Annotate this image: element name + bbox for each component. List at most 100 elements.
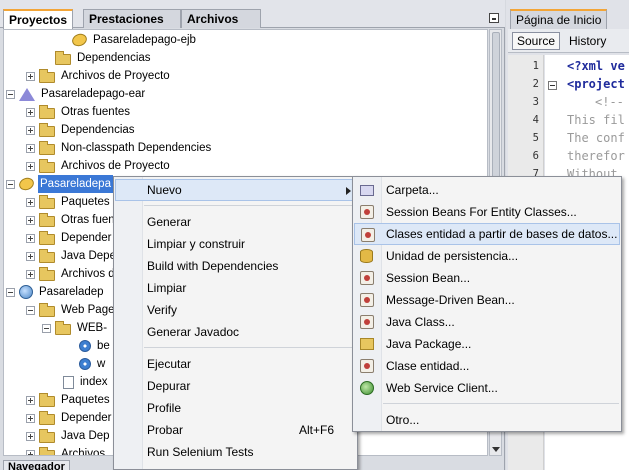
menu-item-depurar[interactable]: Depurar xyxy=(115,375,356,397)
menu-item-run-selenium-tests[interactable]: Run Selenium Tests xyxy=(115,441,356,463)
expand-icon[interactable] xyxy=(26,143,35,153)
submenu-item-session-bean[interactable]: Session Bean... xyxy=(354,267,620,289)
submenu-item-java-class[interactable]: Java Class... xyxy=(354,311,620,333)
submenu-item-clases-entidad-a-partir-de-bases-de-datos[interactable]: Clases entidad a partir de bases de dato… xyxy=(354,223,620,245)
tree-item[interactable]: Otras fuent xyxy=(26,211,120,229)
code-line[interactable]: <project xyxy=(567,77,625,91)
menu-item-label: Probar xyxy=(147,423,184,437)
submenu-item-clase-entidad[interactable]: Clase entidad... xyxy=(354,355,620,377)
tree-item[interactable]: Dependencias xyxy=(42,49,153,67)
collapse-icon[interactable] xyxy=(6,89,15,99)
tree-item[interactable]: w xyxy=(66,355,107,373)
tab-proyectos[interactable]: Proyectos xyxy=(3,9,74,29)
tree-item[interactable]: Depender xyxy=(26,409,114,427)
expand-icon[interactable] xyxy=(26,71,35,81)
expand-icon[interactable] xyxy=(26,197,35,207)
collapse-icon[interactable] xyxy=(42,323,51,333)
code-line[interactable]: This fil xyxy=(567,113,625,127)
menu-item-probar[interactable]: Probar Alt+F6 xyxy=(115,419,356,441)
expand-icon[interactable] xyxy=(26,233,35,243)
expand-icon[interactable] xyxy=(26,125,35,135)
bean-icon xyxy=(360,293,374,307)
tree-item[interactable]: Pasareladep xyxy=(6,283,106,301)
tree-item[interactable]: Java Depe xyxy=(26,247,118,265)
source-button[interactable]: Source xyxy=(512,32,561,50)
tab-archivos[interactable]: Archivos xyxy=(181,9,261,28)
expand-icon[interactable] xyxy=(26,269,35,279)
tree-item-label: index xyxy=(80,376,108,388)
html-file-icon xyxy=(63,375,74,389)
menu-item-limpiar-y-construir[interactable]: Limpiar y construir xyxy=(115,233,356,255)
tree-item[interactable]: Pasareladepago-ejb xyxy=(59,31,198,49)
submenu-arrow-icon xyxy=(346,187,351,195)
expand-icon[interactable] xyxy=(26,431,35,441)
submenu-item-otro[interactable]: Otro... xyxy=(354,409,620,431)
menu-item-nuevo[interactable]: Nuevo xyxy=(115,179,356,201)
menu-item-ejecutar[interactable]: Ejecutar xyxy=(115,353,356,375)
tree-item-label: w xyxy=(97,358,106,370)
menu-item-verify[interactable]: Verify xyxy=(115,299,356,321)
expand-icon[interactable] xyxy=(26,395,35,405)
fold-collapse-icon[interactable] xyxy=(548,81,557,90)
tree-item[interactable]: Archivos xyxy=(26,445,107,455)
tree-item[interactable]: Paquetes xyxy=(26,193,112,211)
expand-icon[interactable] xyxy=(26,251,35,261)
minimize-icon[interactable] xyxy=(489,13,499,23)
tree-item-label: Depender xyxy=(61,412,112,424)
collapse-icon[interactable] xyxy=(6,179,15,189)
tab-pagina-de-inicio[interactable]: Página de Inicio xyxy=(510,9,608,29)
expand-icon[interactable] xyxy=(26,161,35,171)
menu-item-build-with-dependencies[interactable]: Build with Dependencies xyxy=(115,255,356,277)
tree-item-label: Dependencias xyxy=(77,52,151,64)
tree-item[interactable]: be xyxy=(66,337,112,355)
tree-item-label: be xyxy=(97,340,110,352)
tree-item[interactable]: Web Page xyxy=(26,301,117,319)
expand-icon[interactable] xyxy=(26,449,35,455)
expand-icon[interactable] xyxy=(26,107,35,117)
folder-icon xyxy=(39,446,55,455)
history-button[interactable]: History xyxy=(564,32,611,50)
expand-icon[interactable] xyxy=(26,413,35,423)
submenu-item-unidad-de-persistencia[interactable]: Unidad de persistencia... xyxy=(354,245,620,267)
code-line[interactable]: The conf xyxy=(567,131,625,145)
submenu-item-carpeta[interactable]: Carpeta... xyxy=(354,179,620,201)
expand-icon[interactable] xyxy=(26,215,35,225)
submenu-item-java-package[interactable]: Java Package... xyxy=(354,333,620,355)
tree-item[interactable]: Depender xyxy=(26,229,114,247)
code-line[interactable]: <!-- xyxy=(595,95,624,109)
tree-item-label: Pasareladep xyxy=(39,286,104,298)
line-number: 1 xyxy=(532,60,539,72)
menu-item-generar[interactable]: Generar xyxy=(115,211,356,233)
tab-prestaciones[interactable]: Prestaciones xyxy=(83,9,181,28)
tree-item[interactable]: Pasareladepa xyxy=(6,175,113,193)
code-line[interactable]: therefor xyxy=(567,149,625,163)
tree-item[interactable]: index xyxy=(50,373,110,391)
xml-file-icon xyxy=(79,340,91,352)
tree-item[interactable]: Paquetes xyxy=(26,391,112,409)
tree-item-label: Dependencias xyxy=(61,124,135,136)
submenu-item-message-driven-bean[interactable]: Message-Driven Bean... xyxy=(354,289,620,311)
collapse-icon[interactable] xyxy=(6,287,15,297)
bean-icon xyxy=(360,271,374,285)
menu-item-label: Build with Dependencies xyxy=(147,259,279,273)
tree-item[interactable]: Pasareladepago-ear xyxy=(6,85,147,103)
collapse-icon[interactable] xyxy=(26,305,35,315)
tree-item[interactable]: Otras fuentes xyxy=(26,103,132,121)
tree-item[interactable]: Non-classpath Dependencies xyxy=(26,139,213,157)
scroll-down-icon[interactable] xyxy=(492,447,500,452)
tree-item[interactable]: WEB- xyxy=(42,319,109,337)
code-line[interactable]: <?xml ve xyxy=(567,59,625,73)
tree-item[interactable]: Dependencias xyxy=(26,121,137,139)
submenu-item-session-beans-for-entity-classes[interactable]: Session Beans For Entity Classes... xyxy=(354,201,620,223)
menu-item-generar-javadoc[interactable]: Generar Javadoc xyxy=(115,321,356,343)
menu-item-profile[interactable]: Profile xyxy=(115,397,356,419)
tree-item[interactable]: Archivos d xyxy=(26,265,117,283)
tab-navegador[interactable]: Navegador xyxy=(3,460,70,470)
menu-item-limpiar[interactable]: Limpiar xyxy=(115,277,356,299)
tree-item[interactable]: Archivos de Proyecto xyxy=(26,67,172,85)
tree-item[interactable]: Archivos de Proyecto xyxy=(26,157,172,175)
submenu-item-web-service-client[interactable]: Web Service Client... xyxy=(354,377,620,399)
tree-item[interactable]: Java Dep xyxy=(26,427,112,445)
folder-icon xyxy=(360,185,374,196)
